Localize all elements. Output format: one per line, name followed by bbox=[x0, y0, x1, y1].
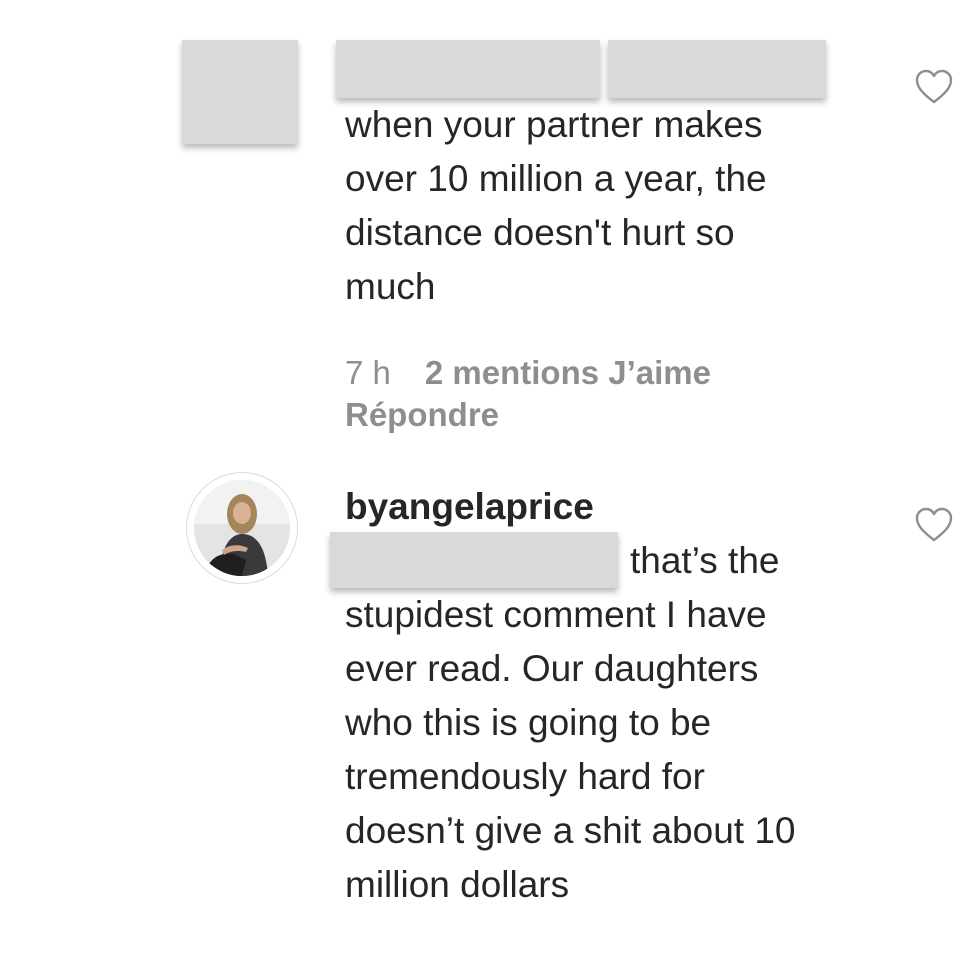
redacted-avatar bbox=[182, 40, 298, 144]
comment-timestamp: 7 h bbox=[345, 354, 391, 391]
reply-button[interactable]: Répondre bbox=[345, 394, 785, 436]
comments-thread: when your partner makes over 10 million … bbox=[0, 0, 980, 956]
comment-username[interactable]: byangelaprice bbox=[345, 480, 594, 534]
comment-meta: 7 h 2 mentions J’aime Répondre bbox=[345, 352, 785, 436]
comment-text: that’s the stupidest comment I have ever… bbox=[345, 534, 875, 912]
avatar[interactable] bbox=[186, 472, 298, 584]
comment-text-content: that’s the stupidest comment I have ever… bbox=[345, 540, 796, 905]
comment-item: byangelaprice that’s the stupidest comme… bbox=[0, 460, 980, 956]
redacted-username bbox=[336, 40, 600, 98]
profile-photo bbox=[194, 480, 290, 576]
heart-outline-icon[interactable] bbox=[914, 68, 954, 106]
redacted-username bbox=[608, 40, 826, 98]
comment-text: when your partner makes over 10 million … bbox=[345, 104, 767, 307]
likes-count-link[interactable]: 2 mentions J’aime bbox=[425, 354, 711, 391]
heart-outline-icon[interactable] bbox=[914, 506, 954, 544]
comment-item: when your partner makes over 10 million … bbox=[0, 0, 980, 460]
